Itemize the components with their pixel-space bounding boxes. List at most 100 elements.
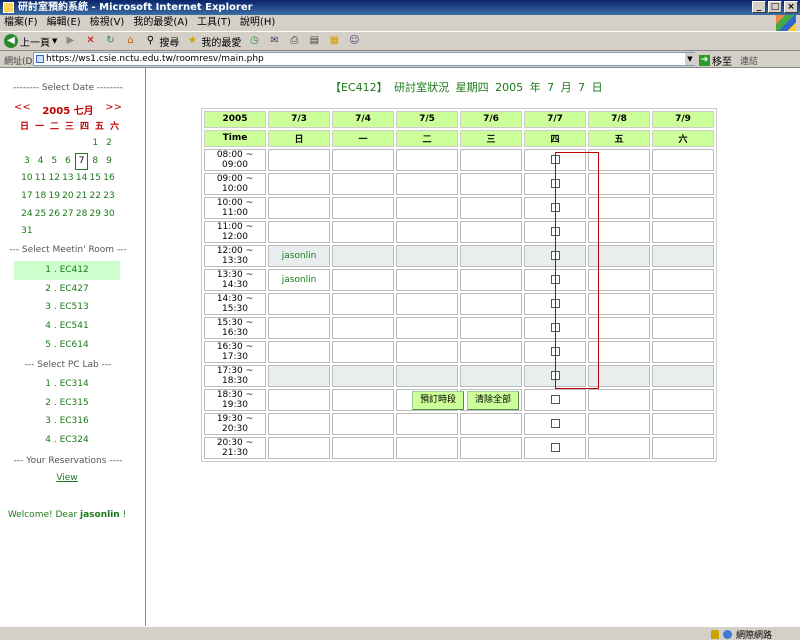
menu-item[interactable]: 編輯(E): [47, 15, 81, 31]
slot-checkbox[interactable]: [550, 154, 560, 164]
room-link[interactable]: 3 . EC513: [14, 298, 120, 317]
messenger-icon[interactable]: ☺: [347, 34, 361, 48]
go-button[interactable]: ➔ 移至: [699, 53, 732, 68]
room-link[interactable]: 5 . EC614: [14, 336, 120, 355]
calendar-day[interactable]: 29: [88, 206, 102, 224]
menu-item[interactable]: 工具(T): [197, 15, 231, 31]
schedule-cell: [268, 412, 330, 435]
history-icon[interactable]: ◷: [247, 34, 261, 48]
slot-checkbox[interactable]: [550, 274, 560, 284]
favorites-button[interactable]: ★ 我的最愛: [185, 34, 241, 49]
calendar-day[interactable]: 3: [20, 153, 34, 171]
schedule-cell: [268, 388, 330, 411]
calendar-prev-button[interactable]: <<: [14, 102, 31, 117]
calendar-day[interactable]: 31: [20, 223, 34, 241]
calendar-day[interactable]: 5: [47, 153, 61, 171]
schedule-cell: [396, 316, 458, 339]
calendar-day[interactable]: 14: [75, 170, 89, 188]
slot-checkbox[interactable]: [550, 418, 560, 428]
minimize-button[interactable]: _: [752, 1, 766, 13]
room-link[interactable]: 1 . EC412: [14, 261, 120, 280]
reserve-button[interactable]: 預訂時段: [412, 391, 465, 410]
slot-checkbox[interactable]: [550, 298, 560, 308]
refresh-icon[interactable]: ↻: [103, 34, 117, 48]
slot-checkbox[interactable]: [550, 250, 560, 260]
menu-item[interactable]: 檔案(F): [4, 15, 38, 31]
schedule-cell: [332, 148, 394, 171]
calendar-day[interactable]: 25: [34, 206, 48, 224]
room-link[interactable]: 4 . EC541: [14, 317, 120, 336]
calendar-day[interactable]: 1: [88, 135, 102, 153]
calendar-day[interactable]: 8: [88, 153, 102, 171]
edit-icon[interactable]: ▤: [307, 34, 321, 48]
menu-item[interactable]: 檢視(V): [90, 15, 125, 31]
pc-lab-link[interactable]: 3 . EC316: [14, 412, 120, 431]
calendar-day[interactable]: 21: [75, 188, 89, 206]
address-input[interactable]: https://ws1.csie.nctu.edu.tw/roomresv/ma…: [33, 52, 695, 66]
room-link[interactable]: 2 . EC427: [14, 280, 120, 299]
address-url: https://ws1.csie.nctu.edu.tw/roomresv/ma…: [46, 54, 264, 64]
calendar-day[interactable]: 10: [20, 170, 34, 188]
schedule-cell: [524, 244, 586, 267]
slot-checkbox[interactable]: [550, 322, 560, 332]
calendar-day[interactable]: 22: [88, 188, 102, 206]
slot-checkbox[interactable]: [550, 202, 560, 212]
print-icon[interactable]: ⎙: [287, 34, 301, 48]
menu-item[interactable]: 說明(H): [240, 15, 275, 31]
slot-checkbox[interactable]: [550, 346, 560, 356]
calendar-day[interactable]: 16: [102, 170, 116, 188]
discuss-icon[interactable]: ▦: [327, 34, 341, 48]
schedule-cell: [460, 196, 522, 219]
pc-lab-link[interactable]: 2 . EC315: [14, 394, 120, 413]
forward-icon[interactable]: ▶: [63, 34, 77, 48]
calendar-blank: [75, 135, 89, 153]
home-icon[interactable]: ⌂: [123, 34, 137, 48]
links-button[interactable]: 連結: [740, 54, 758, 67]
pc-lab-link[interactable]: 4 . EC324: [14, 431, 120, 450]
calendar-next-button[interactable]: >>: [105, 102, 122, 117]
slot-checkbox[interactable]: [550, 178, 560, 188]
calendar-day[interactable]: 23: [102, 188, 116, 206]
welcome-message: Welcome! Dear jasonlin !: [0, 510, 134, 520]
pc-lab-link[interactable]: 1 . EC314: [14, 375, 120, 394]
calendar-day[interactable]: 27: [61, 206, 75, 224]
calendar-day[interactable]: 11: [34, 170, 48, 188]
schedule-cell: [524, 340, 586, 363]
view-reservations-link[interactable]: View: [0, 473, 134, 483]
calendar-day[interactable]: 13: [61, 170, 75, 188]
calendar-day[interactable]: 19: [47, 188, 61, 206]
calendar-day[interactable]: 26: [47, 206, 61, 224]
slot-checkbox[interactable]: [550, 394, 560, 404]
calendar-day[interactable]: 28: [75, 206, 89, 224]
close-button[interactable]: ×: [784, 1, 798, 13]
calendar-day[interactable]: 7: [74, 152, 89, 171]
calendar-day[interactable]: 9: [102, 153, 116, 171]
calendar-day[interactable]: 2: [102, 135, 116, 153]
menu-item[interactable]: 我的最愛(A): [133, 15, 188, 31]
calendar-day[interactable]: 30: [102, 206, 116, 224]
mail-icon[interactable]: ✉: [267, 34, 281, 48]
address-dropdown-icon[interactable]: ▼: [685, 53, 695, 65]
slot-checkbox[interactable]: [550, 370, 560, 380]
calendar-day[interactable]: 15: [88, 170, 102, 188]
schedule-cell: [652, 148, 714, 171]
calendar-day[interactable]: 20: [61, 188, 75, 206]
calendar-day[interactable]: 18: [34, 188, 48, 206]
window-title: 研討室預約系統 - Microsoft Internet Explorer: [18, 2, 253, 13]
stop-icon[interactable]: ✕: [83, 34, 97, 48]
schedule-cell: [332, 292, 394, 315]
clear-all-button[interactable]: 清除全部: [467, 391, 520, 410]
maximize-button[interactable]: □: [768, 1, 782, 13]
calendar-day[interactable]: 12: [47, 170, 61, 188]
schedule-row: 20:30 ~ 21:30: [204, 436, 714, 459]
search-button[interactable]: ⚲ 搜尋: [143, 34, 180, 49]
slot-checkbox[interactable]: [550, 226, 560, 236]
slot-checkbox[interactable]: [550, 442, 560, 452]
chevron-down-icon: ▼: [52, 37, 58, 45]
calendar-day[interactable]: 6: [61, 153, 75, 171]
back-button[interactable]: ◀ 上一頁 ▼: [4, 34, 57, 49]
schedule-cell: [268, 364, 330, 387]
calendar-day[interactable]: 17: [20, 188, 34, 206]
calendar-day[interactable]: 24: [20, 206, 34, 224]
calendar-day[interactable]: 4: [34, 153, 48, 171]
